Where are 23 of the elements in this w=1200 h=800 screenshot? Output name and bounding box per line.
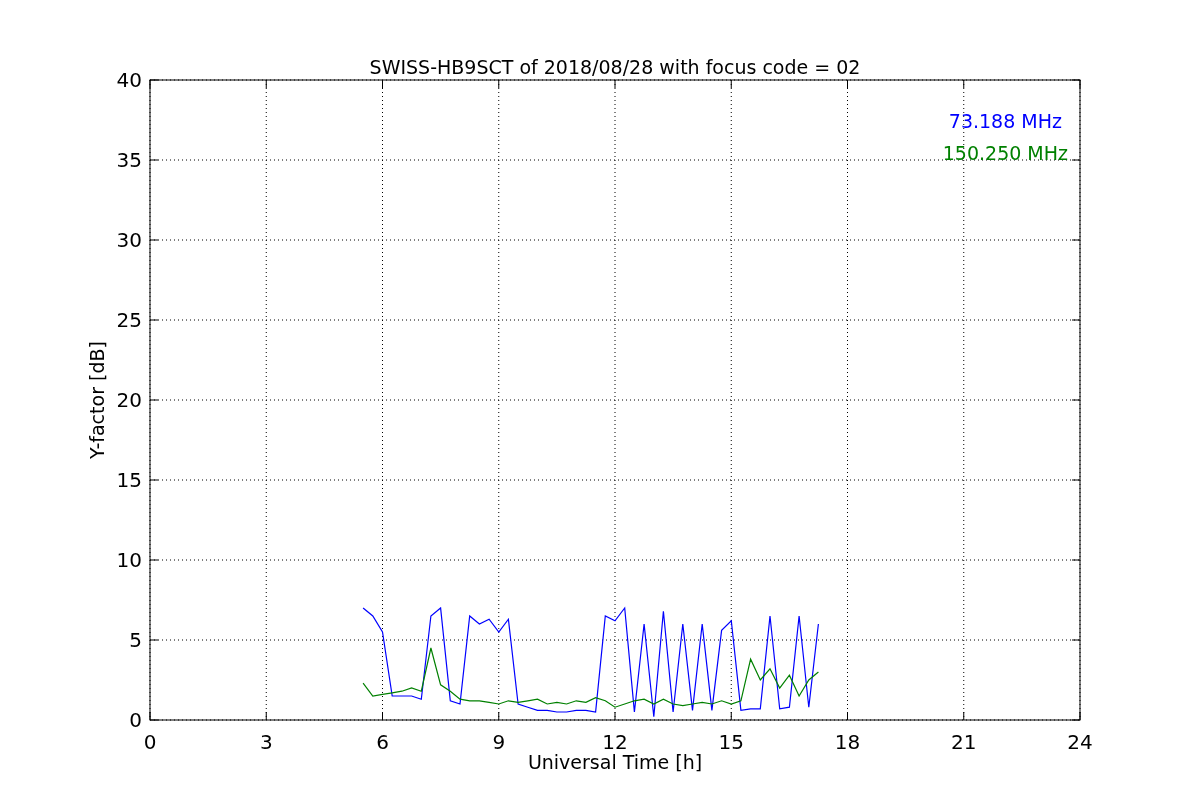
tick-label: 25 <box>116 308 142 332</box>
legend-label: 150.250 MHz <box>942 142 1068 164</box>
tick-label: 6 <box>376 730 389 754</box>
tick-label: 40 <box>116 68 142 92</box>
tick-label: 3 <box>259 730 273 754</box>
tick-label: 9 <box>492 730 506 754</box>
tick-label: 20 <box>116 388 142 412</box>
tick-label: 15 <box>718 730 744 754</box>
tick-label: 18 <box>834 730 861 754</box>
legend-label: 73.188 MHz <box>948 110 1062 132</box>
y-axis-label: Y-factor [dB] <box>86 341 108 459</box>
tick-label: 15 <box>116 468 142 492</box>
tick-label: 10 <box>116 548 142 572</box>
tick-label: 35 <box>116 148 142 172</box>
tick-label: 24 <box>1067 730 1093 754</box>
tick-label: 12 <box>602 730 628 754</box>
tick-label: 5 <box>129 628 142 652</box>
tick-label: 0 <box>129 708 142 732</box>
x-axis-label: Universal Time [h] <box>527 751 703 773</box>
tick-label: 30 <box>116 228 142 252</box>
chart-title: SWISS-HB9SCT of 2018/08/28 with focus code = 02 <box>369 56 861 78</box>
tick-label: 0 <box>143 730 157 754</box>
tick-label: 21 <box>951 730 977 754</box>
